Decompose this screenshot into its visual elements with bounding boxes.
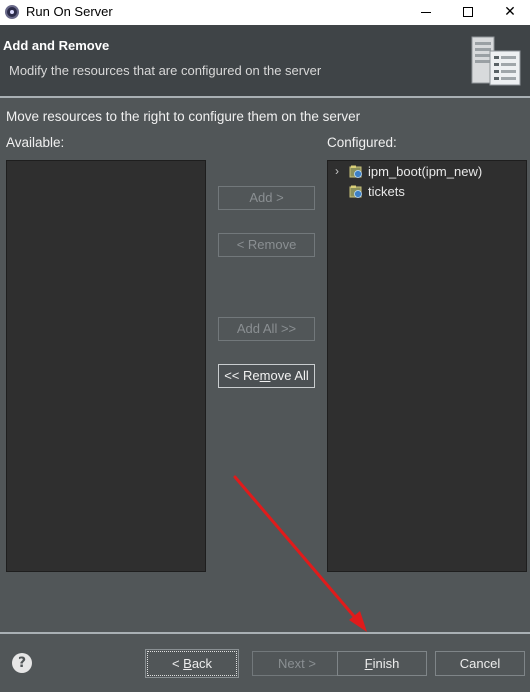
close-button[interactable]: ✕	[488, 0, 530, 25]
window-title: Run On Server	[26, 4, 113, 19]
remove-all-button[interactable]: << Remove All	[218, 364, 315, 388]
finish-mnemonic: F	[364, 656, 373, 671]
instruction-text: Move resources to the right to configure…	[6, 109, 361, 124]
cancel-button[interactable]: Cancel	[435, 651, 525, 676]
remove-all-label-post: ove All	[270, 368, 309, 383]
expand-chevron-icon[interactable]: ›	[335, 164, 339, 178]
remove-button[interactable]: < Remove	[218, 233, 315, 257]
wizard-header: Add and Remove Modify the resources that…	[0, 25, 530, 97]
server-banner-icon	[471, 36, 521, 86]
remove-all-label-pre: << Re	[224, 368, 260, 383]
configured-item-ipm-boot[interactable]: › ipm_boot(ipm_new)	[328, 162, 526, 182]
page-title: Add and Remove	[3, 38, 110, 53]
maximize-button[interactable]	[446, 0, 490, 25]
maximize-icon	[463, 7, 473, 17]
available-list[interactable]	[6, 160, 206, 572]
back-label-pre: <	[171, 656, 184, 671]
minimize-button[interactable]	[404, 0, 448, 25]
finish-label-post: inish	[372, 656, 400, 671]
minimize-icon	[421, 11, 431, 13]
configured-list[interactable]: › ipm_boot(ipm_new) tickets	[327, 160, 527, 572]
title-bar: Run On Server ✕	[0, 0, 530, 25]
help-icon[interactable]: ?	[12, 653, 32, 673]
web-project-icon	[349, 165, 362, 178]
web-project-icon	[349, 185, 362, 198]
back-button[interactable]: < Back	[145, 649, 239, 678]
page-description: Modify the resources that are configured…	[9, 63, 322, 78]
back-mnemonic: B	[183, 656, 192, 671]
configured-item-tickets[interactable]: tickets	[328, 182, 526, 202]
configured-item-label: ipm_boot(ipm_new)	[368, 164, 483, 179]
configured-label: Configured:	[327, 135, 397, 150]
add-all-button[interactable]: Add All >>	[218, 317, 315, 341]
back-label-post: ack	[191, 656, 213, 671]
configured-item-label: tickets	[368, 184, 405, 199]
header-divider	[0, 96, 530, 98]
remove-all-mnemonic: m	[259, 368, 271, 383]
eclipse-app-icon	[5, 5, 19, 19]
add-button[interactable]: Add >	[218, 186, 315, 210]
close-icon: ✕	[504, 4, 516, 20]
footer-divider	[0, 632, 530, 634]
available-label: Available:	[6, 135, 65, 150]
finish-button[interactable]: Finish	[337, 651, 427, 676]
next-button[interactable]: Next >	[252, 651, 342, 676]
